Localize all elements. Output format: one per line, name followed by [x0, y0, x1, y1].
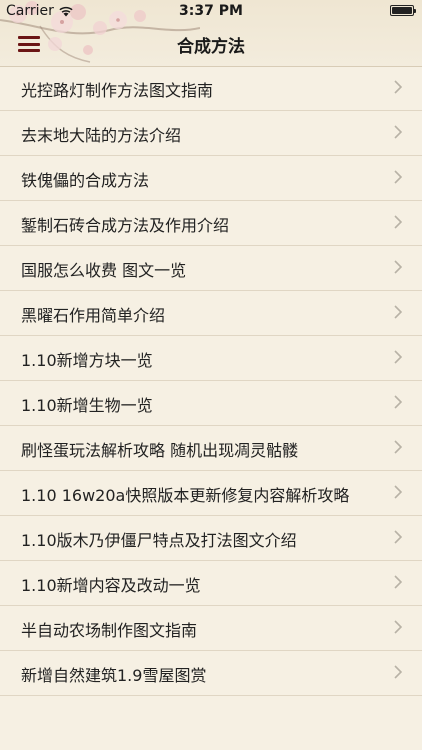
- list-item[interactable]: 刷怪蛋玩法解析攻略 随机出现凋灵骷髅: [0, 426, 422, 471]
- list-item-label: 1.10新增内容及改动一览: [21, 576, 201, 595]
- chevron-right-icon: [394, 350, 402, 364]
- list-item-label: 半自动农场制作图文指南: [21, 621, 198, 640]
- list-item[interactable]: 1.10新增内容及改动一览: [0, 561, 422, 606]
- chevron-right-icon: [394, 80, 402, 94]
- list-item-label: 1.10新增方块一览: [21, 351, 153, 370]
- list-item-label: 1.10 16w20a快照版本更新修复内容解析攻略: [21, 486, 350, 505]
- header: Carrier 3:37 PM 合成方法: [0, 0, 422, 67]
- page-title: 合成方法: [177, 37, 245, 57]
- chevron-right-icon: [394, 620, 402, 634]
- list-item[interactable]: 国服怎么收费 图文一览: [0, 246, 422, 291]
- list-item-label: 新增自然建筑1.9雪屋图赏: [21, 666, 207, 685]
- chevron-right-icon: [394, 305, 402, 319]
- list-item-label: 黑曜石作用简单介绍: [21, 306, 166, 325]
- chevron-right-icon: [394, 440, 402, 454]
- chevron-right-icon: [394, 395, 402, 409]
- list-item[interactable]: 新增自然建筑1.9雪屋图赏: [0, 651, 422, 696]
- list-item[interactable]: 1.10版木乃伊僵尸特点及打法图文介绍: [0, 516, 422, 561]
- list-item-label: 1.10新增生物一览: [21, 396, 153, 415]
- list-item[interactable]: 铁傀儡的合成方法: [0, 156, 422, 201]
- chevron-right-icon: [394, 485, 402, 499]
- status-bar: Carrier 3:37 PM: [0, 0, 422, 22]
- list-item[interactable]: 1.10新增生物一览: [0, 381, 422, 426]
- list-item[interactable]: 錾制石砖合成方法及作用介绍: [0, 201, 422, 246]
- article-list: 光控路灯制作方法图文指南 去末地大陆的方法介绍 铁傀儡的合成方法 錾制石砖合成方…: [0, 66, 422, 696]
- clock-time: 3:37 PM: [179, 3, 243, 19]
- list-item-label: 刷怪蛋玩法解析攻略 随机出现凋灵骷髅: [21, 441, 299, 460]
- list-item-label: 去末地大陆的方法介绍: [21, 126, 182, 145]
- chevron-right-icon: [394, 125, 402, 139]
- list-item-label: 1.10版木乃伊僵尸特点及打法图文介绍: [21, 531, 297, 550]
- chevron-right-icon: [394, 170, 402, 184]
- list-item-label: 光控路灯制作方法图文指南: [21, 81, 214, 100]
- list-item-label: 国服怎么收费 图文一览: [21, 261, 187, 280]
- list-item-label: 錾制石砖合成方法及作用介绍: [21, 216, 230, 235]
- chevron-right-icon: [394, 215, 402, 229]
- chevron-right-icon: [394, 575, 402, 589]
- list-item-label: 铁傀儡的合成方法: [21, 171, 150, 190]
- list-item[interactable]: 光控路灯制作方法图文指南: [0, 66, 422, 111]
- list-item[interactable]: 1.10 16w20a快照版本更新修复内容解析攻略: [0, 471, 422, 516]
- list-item[interactable]: 1.10新增方块一览: [0, 336, 422, 381]
- list-item[interactable]: 半自动农场制作图文指南: [0, 606, 422, 651]
- chevron-right-icon: [394, 260, 402, 274]
- navigation-bar: 合成方法: [0, 22, 422, 66]
- chevron-right-icon: [394, 665, 402, 679]
- battery-icon: [390, 5, 416, 16]
- list-item[interactable]: 黑曜石作用简单介绍: [0, 291, 422, 336]
- list-item[interactable]: 去末地大陆的方法介绍: [0, 111, 422, 156]
- chevron-right-icon: [394, 530, 402, 544]
